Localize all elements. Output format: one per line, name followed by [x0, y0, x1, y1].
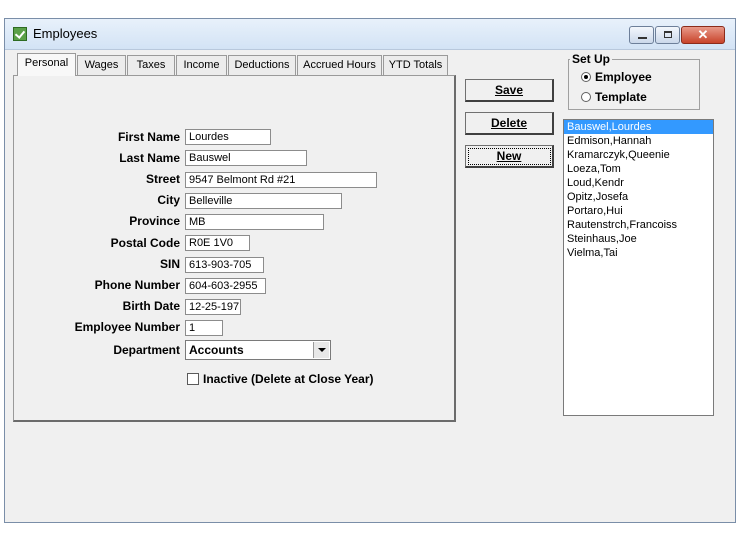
template-radio[interactable] — [581, 92, 591, 102]
first-name-field[interactable]: Lourdes — [185, 129, 271, 145]
employee-number-label: Employee Number — [74, 320, 180, 334]
street-field[interactable]: 9547 Belmont Rd #21 — [185, 172, 377, 188]
list-item[interactable]: Opitz,Josefa — [564, 190, 713, 204]
employee-radio-label[interactable]: Employee — [595, 70, 652, 84]
employee-number-field[interactable]: 1 — [185, 320, 223, 336]
department-value: Accounts — [189, 343, 244, 357]
minimize-icon — [638, 37, 647, 39]
employee-radio[interactable] — [581, 72, 591, 82]
tab-deductions[interactable]: Deductions — [228, 55, 296, 75]
template-radio-label[interactable]: Template — [595, 90, 647, 104]
postal-code-field[interactable]: R0E 1V0 — [185, 235, 250, 251]
chevron-down-icon[interactable] — [313, 342, 329, 358]
employee-list[interactable]: Bauswel,Lourdes Edmison,Hannah Kramarczy… — [563, 119, 714, 416]
birth-date-label: Birth Date — [122, 299, 180, 313]
first-name-label: First Name — [117, 130, 180, 144]
window-title: Employees — [33, 26, 98, 41]
province-field[interactable]: MB — [185, 214, 324, 230]
minimize-button[interactable] — [629, 26, 654, 44]
list-item[interactable]: Vielma,Tai — [564, 246, 713, 260]
list-item[interactable]: Loeza,Tom — [564, 162, 713, 176]
tab-wages[interactable]: Wages — [77, 55, 126, 75]
sin-field[interactable]: 613-903-705 — [185, 257, 264, 273]
maximize-icon — [664, 31, 672, 38]
list-item[interactable]: Steinhaus,Joe — [564, 232, 713, 246]
inactive-checkbox-label[interactable]: Inactive (Delete at Close Year) — [203, 372, 374, 386]
list-item[interactable]: Rautenstrch,Francoiss — [564, 218, 713, 232]
close-icon: ✕ — [697, 27, 709, 42]
postal-code-label: Postal Code — [110, 236, 180, 250]
list-item[interactable]: Kramarczyk,Queenie — [564, 148, 713, 162]
employees-app-icon — [13, 27, 27, 41]
save-button[interactable]: Save — [465, 79, 554, 102]
list-item[interactable]: Edmison,Hannah — [564, 134, 713, 148]
tab-personal[interactable]: Personal — [17, 53, 76, 76]
city-label: City — [157, 193, 180, 207]
city-field[interactable]: Belleville — [185, 193, 342, 209]
street-label: Street — [145, 172, 180, 186]
department-label: Department — [113, 343, 180, 357]
tab-accrued-hours[interactable]: Accrued Hours — [297, 55, 382, 75]
new-button[interactable]: New — [465, 145, 554, 168]
list-item[interactable]: Loud,Kendr — [564, 176, 713, 190]
tab-taxes[interactable]: Taxes — [127, 55, 175, 75]
delete-button[interactable]: Delete — [465, 112, 554, 135]
setup-legend: Set Up — [570, 52, 613, 66]
list-item[interactable]: Bauswel,Lourdes — [564, 120, 713, 134]
phone-number-field[interactable]: 604-603-2955 — [185, 278, 266, 294]
tab-ytd-totals[interactable]: YTD Totals — [383, 55, 448, 75]
close-button[interactable]: ✕ — [681, 26, 725, 44]
province-label: Province — [129, 214, 180, 228]
last-name-label: Last Name — [119, 151, 180, 165]
tab-income[interactable]: Income — [176, 55, 227, 75]
department-select[interactable]: Accounts — [185, 340, 331, 360]
maximize-button[interactable] — [655, 26, 680, 44]
birth-date-field[interactable]: 12-25-197 — [185, 299, 241, 315]
last-name-field[interactable]: Bauswel — [185, 150, 307, 166]
sin-label: SIN — [159, 257, 180, 271]
list-item[interactable]: Portaro,Hui — [564, 204, 713, 218]
title-bar: Employees ✕ — [5, 19, 735, 50]
phone-number-label: Phone Number — [94, 278, 180, 292]
inactive-checkbox[interactable] — [187, 373, 199, 385]
